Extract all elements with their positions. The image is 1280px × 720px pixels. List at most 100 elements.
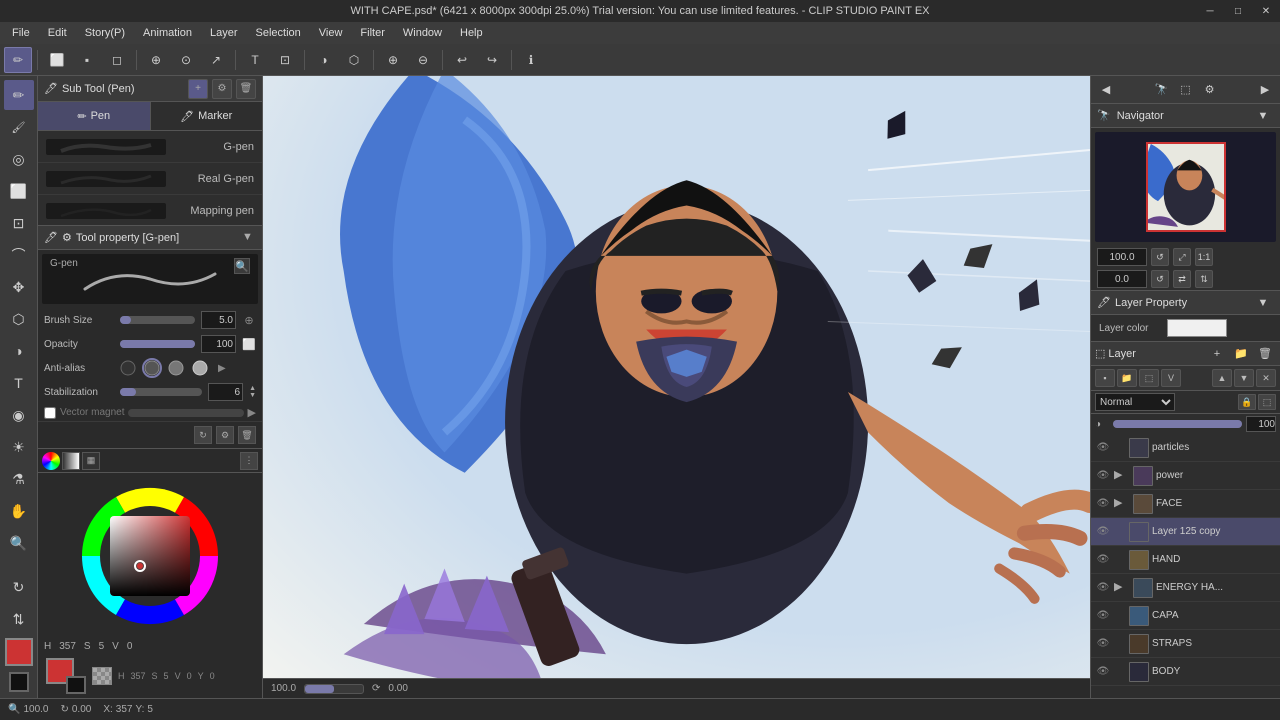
layer-eye-body[interactable]: 👁 xyxy=(1095,664,1111,680)
layer-eye-hand[interactable]: 👁 xyxy=(1095,552,1111,568)
layer-particles[interactable]: 👁 particles xyxy=(1091,434,1280,462)
vector-magnet-slider[interactable] xyxy=(128,409,243,417)
brush-settings-btn[interactable]: 🔍 xyxy=(234,258,250,274)
menu-selection[interactable]: Selection xyxy=(248,25,309,41)
tool-rectangle[interactable]: ⬜ xyxy=(43,47,71,73)
vector-arrow[interactable]: ▶ xyxy=(248,406,256,419)
sub-tool-action-3[interactable]: 🗑 xyxy=(236,79,256,99)
toolbox-bucket[interactable]: ⬡ xyxy=(4,304,34,334)
tool-zoom-out[interactable]: ⊖ xyxy=(409,47,437,73)
color-wheel-icon[interactable] xyxy=(42,452,60,470)
layer-opacity-input[interactable] xyxy=(1246,416,1276,432)
foreground-color-swatch[interactable] xyxy=(5,638,33,666)
rt-navigator-btn[interactable]: 🔭 xyxy=(1151,79,1173,101)
brush-size-value[interactable]: 5.0 xyxy=(201,311,236,329)
menu-window[interactable]: Window xyxy=(395,25,450,41)
layer-capa[interactable]: 👁 CAPA xyxy=(1091,602,1280,630)
color-palette-icon[interactable]: ▦ xyxy=(82,452,100,470)
layer-125-copy[interactable]: 👁 Layer 125 copy xyxy=(1091,518,1280,546)
rotation-reset-btn[interactable]: ↺ xyxy=(1151,270,1169,288)
zoom-reset-btn[interactable]: ↺ xyxy=(1151,248,1169,266)
color-wheel[interactable] xyxy=(75,481,225,631)
brush-size-slider[interactable] xyxy=(120,316,195,324)
tool-select[interactable]: ◻ xyxy=(103,47,131,73)
tool-zoom-in[interactable]: ⊕ xyxy=(379,47,407,73)
rotation-input[interactable] xyxy=(1097,270,1147,288)
toolbox-dodge[interactable]: ☀ xyxy=(4,432,34,462)
toolbox-move[interactable]: ✥ xyxy=(4,272,34,302)
brush-size-lock[interactable]: ⊕ xyxy=(242,313,256,327)
nav-preview[interactable] xyxy=(1095,132,1276,242)
tool-redo[interactable]: ↪ xyxy=(478,47,506,73)
tool-prop-expand[interactable]: ▼ xyxy=(242,231,256,245)
aa-soft1[interactable] xyxy=(142,358,162,378)
aa-strong[interactable] xyxy=(190,358,210,378)
layer-eye-particles[interactable]: 👁 xyxy=(1095,440,1111,456)
layer-folder-face[interactable]: ▶ xyxy=(1114,496,1130,512)
nav-collapse[interactable]: ▼ xyxy=(1252,105,1274,127)
toolbox-hand[interactable]: ✋ xyxy=(4,496,34,526)
stabilization-value[interactable]: 6 xyxy=(208,383,243,401)
toolbox-eyedropper[interactable]: ⚗ xyxy=(4,464,34,494)
nav-next-btn[interactable]: ▶ xyxy=(1254,79,1276,101)
brush-g-pen[interactable]: G-pen xyxy=(38,131,262,163)
aa-none[interactable] xyxy=(118,358,138,378)
rt-layers-btn[interactable]: ⬚ xyxy=(1175,79,1197,101)
menu-story[interactable]: Story(P) xyxy=(77,25,133,41)
tab-pen[interactable]: ✏ Pen xyxy=(38,102,151,130)
stabilization-slider[interactable] xyxy=(120,388,202,396)
menu-layer[interactable]: Layer xyxy=(202,25,246,41)
lt-vector[interactable]: V xyxy=(1161,369,1181,387)
rt-settings-btn[interactable]: ⚙ xyxy=(1199,79,1221,101)
layer-lock-transparent[interactable]: 🔒 xyxy=(1238,394,1256,410)
menu-help[interactable]: Help xyxy=(452,25,491,41)
toolbox-gradient[interactable]: ◑ xyxy=(4,336,34,366)
toolbox-select[interactable]: ⊡ xyxy=(4,208,34,238)
tool-prop-settings[interactable]: ⚙ xyxy=(216,426,234,444)
blend-mode-select[interactable]: Normal Multiply Screen Overlay Add xyxy=(1095,393,1175,411)
lt-down[interactable]: ▼ xyxy=(1234,369,1254,387)
layer-body[interactable]: 👁 BODY xyxy=(1091,658,1280,686)
opacity-lock[interactable]: ⬜ xyxy=(242,337,256,351)
tool-prop-delete[interactable]: 🗑 xyxy=(238,426,256,444)
maximize-button[interactable]: □ xyxy=(1224,0,1252,22)
menu-animation[interactable]: Animation xyxy=(135,25,200,41)
tab-marker[interactable]: 🖊 Marker xyxy=(151,102,263,130)
tool-eraser[interactable]: ⊙ xyxy=(172,47,200,73)
background-color-swatch[interactable] xyxy=(9,672,29,692)
menu-filter[interactable]: Filter xyxy=(352,25,392,41)
sub-tool-action-1[interactable]: + xyxy=(188,79,208,99)
tool-gradient[interactable]: ◑ xyxy=(310,47,338,73)
lt-up[interactable]: ▲ xyxy=(1212,369,1232,387)
tool-transform[interactable]: ⊕ xyxy=(142,47,170,73)
tool-prop-reset[interactable]: ↻ xyxy=(194,426,212,444)
sub-tool-action-2[interactable]: ⚙ xyxy=(212,79,232,99)
toolbox-lasso[interactable]: ⌒ xyxy=(4,240,34,270)
layer-add-btn[interactable]: + xyxy=(1206,343,1228,365)
tool-crop[interactable]: ⊡ xyxy=(271,47,299,73)
brush-mapping-pen[interactable]: Mapping pen xyxy=(38,195,262,225)
layer-hand[interactable]: 👁 HAND xyxy=(1091,546,1280,574)
layer-eye-capa[interactable]: 👁 xyxy=(1095,608,1111,624)
layer-delete-btn[interactable]: 🗑 xyxy=(1254,343,1276,365)
layer-straps[interactable]: 👁 STRAPS xyxy=(1091,630,1280,658)
vector-magnet-checkbox[interactable] xyxy=(44,407,56,419)
toolbox-airbrush[interactable]: ◎ xyxy=(4,144,34,174)
layer-opacity-slider[interactable] xyxy=(1113,420,1242,428)
close-button[interactable]: ✕ xyxy=(1252,0,1280,22)
color-options[interactable]: ⋮ xyxy=(240,452,258,470)
color-slider-icon[interactable] xyxy=(62,452,80,470)
layer-eye-face[interactable]: 👁 xyxy=(1095,496,1111,512)
toolbox-blur[interactable]: ◉ xyxy=(4,400,34,430)
mirror-h-btn[interactable]: ⇄ xyxy=(1173,270,1191,288)
menu-file[interactable]: File xyxy=(4,25,38,41)
lt-delete[interactable]: ✕ xyxy=(1256,369,1276,387)
stabilization-arrows[interactable]: ▲▼ xyxy=(249,385,256,399)
brush-real-g-pen[interactable]: Real G-pen xyxy=(38,163,262,195)
toolbox-flip[interactable]: ⇅ xyxy=(4,604,34,634)
layer-eye-125[interactable]: 👁 xyxy=(1095,524,1111,540)
tool-info[interactable]: ℹ xyxy=(517,47,545,73)
mirror-v-btn[interactable]: ⇅ xyxy=(1195,270,1213,288)
lp-expand[interactable]: ▼ xyxy=(1252,292,1274,314)
layer-color-box[interactable] xyxy=(1167,319,1227,337)
